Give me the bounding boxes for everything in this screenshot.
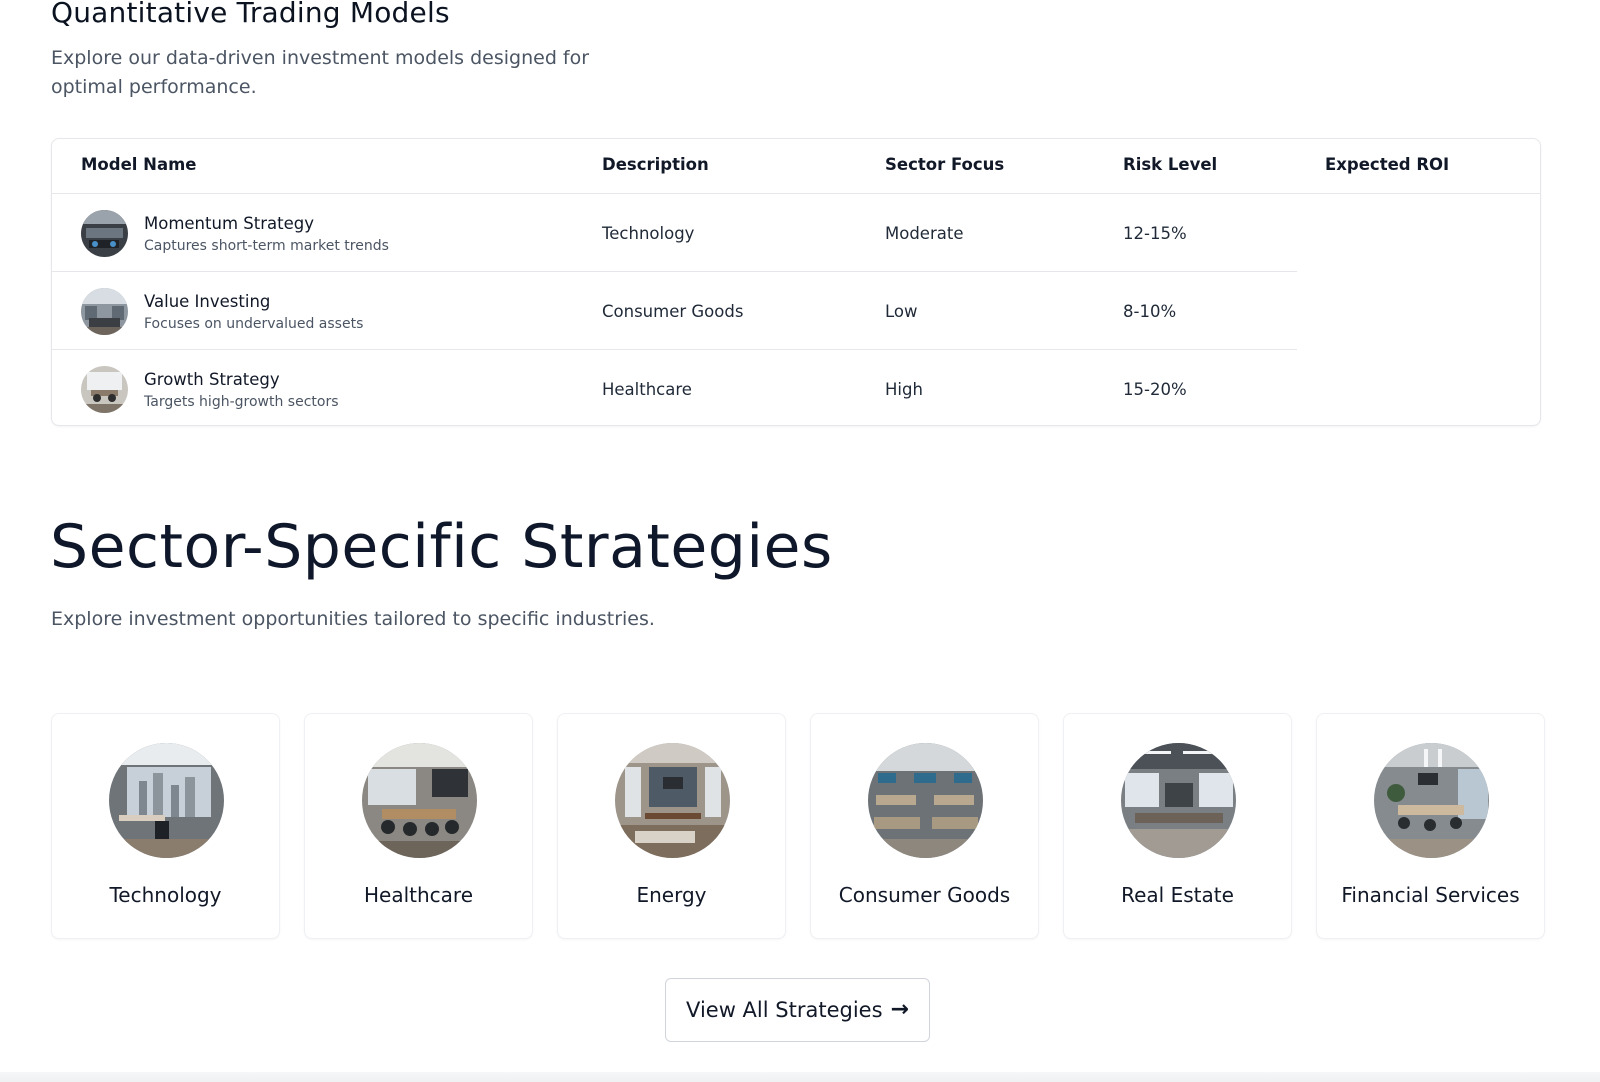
- sector-label: Financial Services: [1341, 883, 1520, 907]
- sector-card-technology[interactable]: Technology: [51, 713, 280, 939]
- table-cell: 15-20%: [1123, 380, 1187, 399]
- table-row[interactable]: Momentum Strategy Captures short-term ma…: [52, 194, 1297, 272]
- model-name: Momentum Strategy: [144, 214, 314, 233]
- model-description: Targets high-growth sectors: [144, 394, 339, 410]
- sector-image: [868, 743, 983, 858]
- section-subtitle: Explore our data-driven investment model…: [51, 47, 590, 98]
- table-cell: High: [885, 380, 923, 399]
- table-header: Model Name Description Sector Focus Risk…: [52, 139, 1540, 194]
- sector-label: Real Estate: [1121, 883, 1234, 907]
- sector-card-financial-services[interactable]: Financial Services: [1316, 713, 1545, 939]
- arrow-right-icon: →: [890, 997, 909, 1022]
- table-row[interactable]: Growth Strategy Targets high-growth sect…: [52, 350, 1297, 425]
- column-header-expected-roi[interactable]: Expected ROI: [1325, 155, 1449, 174]
- sector-strategies-subtitle: Explore investment opportunities tailore…: [51, 608, 655, 630]
- models-table: Model Name Description Sector Focus Risk…: [51, 138, 1541, 426]
- table-cell: Consumer Goods: [602, 302, 744, 321]
- table-row[interactable]: Value Investing Focuses on undervalued a…: [52, 272, 1297, 350]
- column-header-description[interactable]: Description: [602, 155, 709, 174]
- model-name: Growth Strategy: [144, 370, 280, 389]
- column-header-sector-focus[interactable]: Sector Focus: [885, 155, 1004, 174]
- table-cell: Low: [885, 302, 918, 321]
- table-cell: 8-10%: [1123, 302, 1177, 321]
- sector-card-real-estate[interactable]: Real Estate: [1063, 713, 1292, 939]
- model-description: Captures short-term market trends: [144, 238, 389, 254]
- sector-image: [109, 743, 224, 858]
- sector-label: Technology: [109, 883, 222, 907]
- page-footer-edge: [0, 1072, 1600, 1082]
- section-title: Quantitative Trading Models: [51, 0, 450, 29]
- column-header-model-name[interactable]: Model Name: [81, 155, 196, 174]
- view-all-strategies-button[interactable]: View All Strategies →: [665, 978, 930, 1042]
- sector-label: Consumer Goods: [838, 883, 1011, 907]
- sector-card-consumer-goods[interactable]: Consumer Goods: [810, 713, 1039, 939]
- table-cell: 12-15%: [1123, 224, 1187, 243]
- sector-image: [1374, 743, 1489, 858]
- sector-strategies-title: Sector-Specific Strategies: [50, 512, 833, 582]
- page: Quantitative Trading Models Explore our …: [0, 0, 1600, 1082]
- sector-image: [615, 743, 730, 858]
- view-all-label: View All Strategies: [686, 998, 883, 1022]
- sector-image: [1121, 743, 1236, 858]
- sector-card-energy[interactable]: Energy: [557, 713, 786, 939]
- sector-label: Healthcare: [363, 883, 473, 907]
- column-header-risk-level[interactable]: Risk Level: [1123, 155, 1217, 174]
- sector-card-healthcare[interactable]: Healthcare: [304, 713, 533, 939]
- model-thumbnail: [81, 210, 128, 257]
- model-description: Focuses on undervalued assets: [144, 316, 364, 332]
- table-cell: Technology: [602, 224, 695, 243]
- model-name: Value Investing: [144, 292, 271, 311]
- table-cell: Healthcare: [602, 380, 692, 399]
- sector-label: Energy: [636, 883, 707, 907]
- model-thumbnail: [81, 366, 128, 413]
- sector-image: [362, 743, 477, 858]
- table-cell: Moderate: [885, 224, 964, 243]
- model-thumbnail: [81, 288, 128, 335]
